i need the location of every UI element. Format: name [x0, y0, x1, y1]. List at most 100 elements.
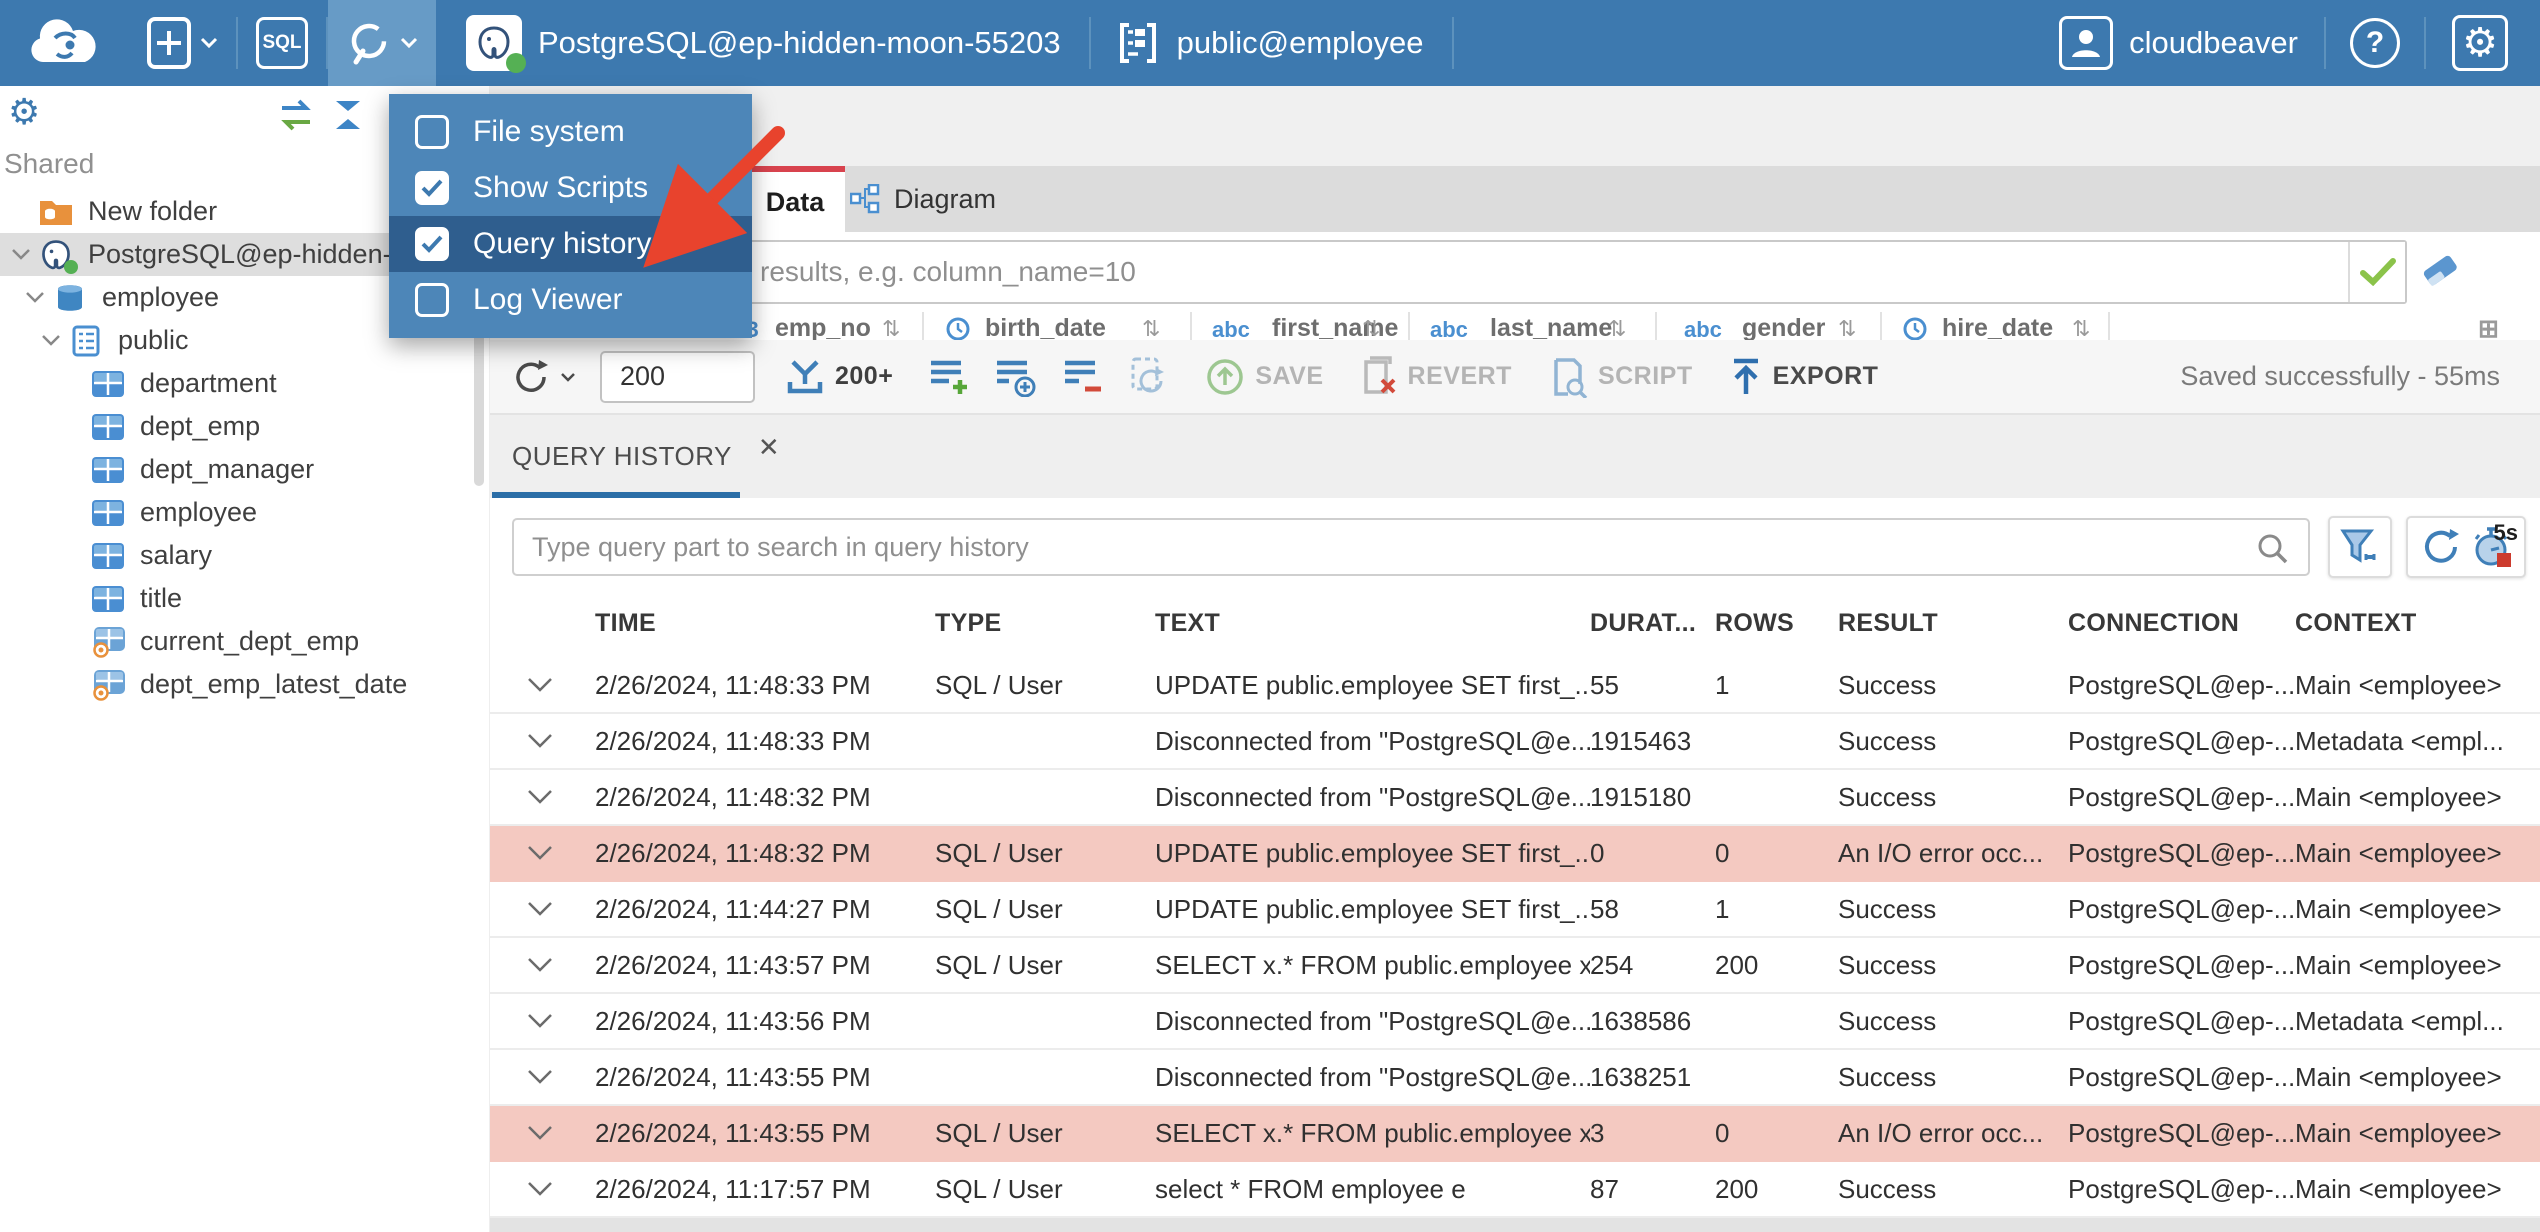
navigator-settings-icon[interactable]: ⚙ — [8, 94, 40, 130]
revert-button[interactable]: REVERT — [1360, 355, 1512, 398]
tab-data[interactable]: Data — [745, 166, 845, 232]
grid-column[interactable]: hire_date — [1942, 314, 2053, 340]
filter-expression-input[interactable] — [507, 240, 2407, 304]
script-button[interactable]: SCRIPT — [1548, 356, 1693, 398]
expand-chevron-icon[interactable] — [510, 733, 570, 749]
query-history-row[interactable]: 2/26/2024, 11:48:33 PM Disconnected from… — [490, 714, 2540, 770]
cell-text: SELECT x.* FROM public.employee x — [1155, 949, 1590, 980]
checkbox-icon[interactable] — [415, 227, 449, 261]
column-header-type[interactable]: TYPE — [935, 609, 1155, 638]
fetch-size-input[interactable] — [600, 350, 755, 403]
delete-row-button[interactable] — [1063, 357, 1103, 397]
grid-column[interactable]: birth_date — [985, 314, 1106, 340]
expand-chevron-icon[interactable] — [510, 677, 570, 693]
tree-item-label: employee — [140, 497, 258, 527]
help-button[interactable]: ? — [2326, 0, 2424, 86]
menu-item-show-scripts[interactable]: Show Scripts — [389, 160, 752, 216]
menu-item-query-history[interactable]: Query history — [389, 216, 752, 272]
refresh-button[interactable] — [510, 356, 576, 398]
checkbox-icon[interactable] — [415, 115, 449, 149]
add-row-button[interactable] — [929, 357, 971, 397]
grid-column[interactable]: gender — [1742, 314, 1825, 340]
cell-type: SQL / User — [935, 1173, 1063, 1204]
new-object-button[interactable] — [128, 0, 236, 86]
sort-icon[interactable]: ⇅ — [2072, 316, 2090, 340]
chevron-down-icon[interactable] — [6, 248, 36, 261]
expand-chevron-icon[interactable] — [510, 1181, 570, 1197]
expand-chevron-icon[interactable] — [510, 845, 570, 861]
expand-chevron-icon[interactable] — [510, 1069, 570, 1085]
duplicate-row-button[interactable] — [995, 357, 1039, 397]
grid-column[interactable]: last_name — [1490, 314, 1612, 340]
clear-filter-button[interactable] — [2418, 250, 2462, 295]
column-header-result[interactable]: RESULT — [1838, 609, 2068, 638]
sync-connection-icon[interactable] — [276, 98, 316, 137]
query-history-row[interactable]: 2/26/2024, 11:44:27 PM SQL / User UPDATE… — [490, 882, 2540, 938]
data-filter-bar — [490, 232, 2540, 312]
query-history-row[interactable]: 2/26/2024, 11:43:55 PM SQL / User SELECT… — [490, 1106, 2540, 1162]
cloudbeaver-logo[interactable] — [0, 16, 128, 70]
save-button[interactable]: SAVE — [1205, 357, 1323, 397]
query-history-search-input[interactable] — [512, 518, 2310, 576]
sort-icon[interactable]: ⇅ — [1838, 316, 1856, 340]
query-history-row[interactable]: 2/26/2024, 11:48:32 PM Disconnected from… — [490, 770, 2540, 826]
query-history-row[interactable]: 2/26/2024, 11:43:55 PM Disconnected from… — [490, 1050, 2540, 1106]
expand-chevron-icon[interactable] — [510, 789, 570, 805]
query-history-row[interactable]: 2/26/2024, 11:17:57 PM SQL / User select… — [490, 1162, 2540, 1218]
tab-diagram[interactable]: Diagram — [850, 166, 996, 232]
sort-icon[interactable]: ⇅ — [1362, 316, 1380, 340]
duplicate-row-icon — [997, 360, 1036, 397]
expand-chevron-icon[interactable] — [510, 1125, 570, 1141]
column-header-duration[interactable]: DURAT... — [1590, 609, 1715, 638]
chevron-down-icon[interactable] — [36, 334, 66, 347]
column-header-connection[interactable]: CONNECTION — [2068, 609, 2295, 638]
checkbox-icon[interactable] — [415, 283, 449, 317]
column-picker-icon[interactable]: ⊞ — [2478, 314, 2499, 340]
column-header-text[interactable]: TEXT — [1155, 609, 1590, 638]
menu-item-file-system[interactable]: File system — [389, 104, 752, 160]
expand-chevron-icon[interactable] — [510, 957, 570, 973]
tree-item-table[interactable]: employee — [0, 491, 489, 534]
query-history-row[interactable]: 2/26/2024, 11:48:32 PM SQL / User UPDATE… — [490, 826, 2540, 882]
user-menu[interactable]: cloudbeaver — [2059, 0, 2298, 86]
schema-context[interactable]: public@employee — [1115, 0, 1424, 86]
expand-chevron-icon[interactable] — [510, 901, 570, 917]
settings-button[interactable]: ⚙ — [2426, 0, 2534, 86]
tree-item-view[interactable]: dept_emp_latest_date — [0, 663, 489, 706]
close-icon[interactable]: ✕ — [758, 432, 780, 463]
tools-menu-button[interactable] — [328, 0, 436, 86]
tree-item-view[interactable]: current_dept_emp — [0, 620, 489, 663]
sort-icon[interactable]: ⇅ — [1608, 316, 1626, 340]
query-history-row[interactable]: 2/26/2024, 11:43:57 PM SQL / User SELECT… — [490, 938, 2540, 994]
column-header-time[interactable]: TIME — [595, 609, 935, 638]
query-history-filter-button[interactable] — [2328, 516, 2392, 578]
tree-item-table[interactable]: dept_manager — [0, 448, 489, 491]
query-history-refresh-button[interactable]: 5s — [2406, 516, 2526, 578]
export-button[interactable]: EXPORT — [1729, 356, 1879, 398]
query-history-row[interactable]: 2/26/2024, 11:48:33 PM SQL / User UPDATE… — [490, 658, 2540, 714]
expand-chevron-icon[interactable] — [510, 1013, 570, 1029]
sql-editor-button[interactable]: SQL — [238, 0, 326, 86]
horizontal-scrollbar[interactable] — [490, 1218, 2540, 1232]
tree-item-table[interactable]: department — [0, 362, 489, 405]
cell-text: select * FROM employee e — [1155, 1173, 1466, 1204]
refresh-selection-button[interactable] — [1127, 355, 1169, 399]
sort-icon[interactable]: ⇅ — [882, 316, 900, 340]
grid-column[interactable]: emp_no — [775, 314, 871, 340]
chevron-down-icon[interactable] — [20, 291, 50, 304]
active-connection[interactable]: PostgreSQL@ep-hidden-moon-55203 — [466, 0, 1061, 86]
checkbox-icon[interactable] — [415, 171, 449, 205]
chevron-down-icon — [200, 37, 218, 49]
query-history-row[interactable]: 2/26/2024, 11:43:56 PM Disconnected from… — [490, 994, 2540, 1050]
fetch-more-button[interactable]: 200+ — [785, 358, 893, 396]
query-history-tab[interactable]: QUERY HISTORY ✕ — [492, 415, 800, 498]
tree-item-table[interactable]: salary — [0, 534, 489, 577]
column-header-rows[interactable]: ROWS — [1715, 609, 1838, 638]
menu-item-log-viewer[interactable]: Log Viewer — [389, 272, 752, 328]
column-header-context[interactable]: CONTEXT — [2295, 609, 2540, 638]
tree-item-table[interactable]: dept_emp — [0, 405, 489, 448]
sort-icon[interactable]: ⇅ — [1142, 316, 1160, 340]
apply-filter-button[interactable] — [2348, 242, 2405, 302]
collapse-all-icon[interactable] — [330, 98, 366, 137]
tree-item-table[interactable]: title — [0, 577, 489, 620]
